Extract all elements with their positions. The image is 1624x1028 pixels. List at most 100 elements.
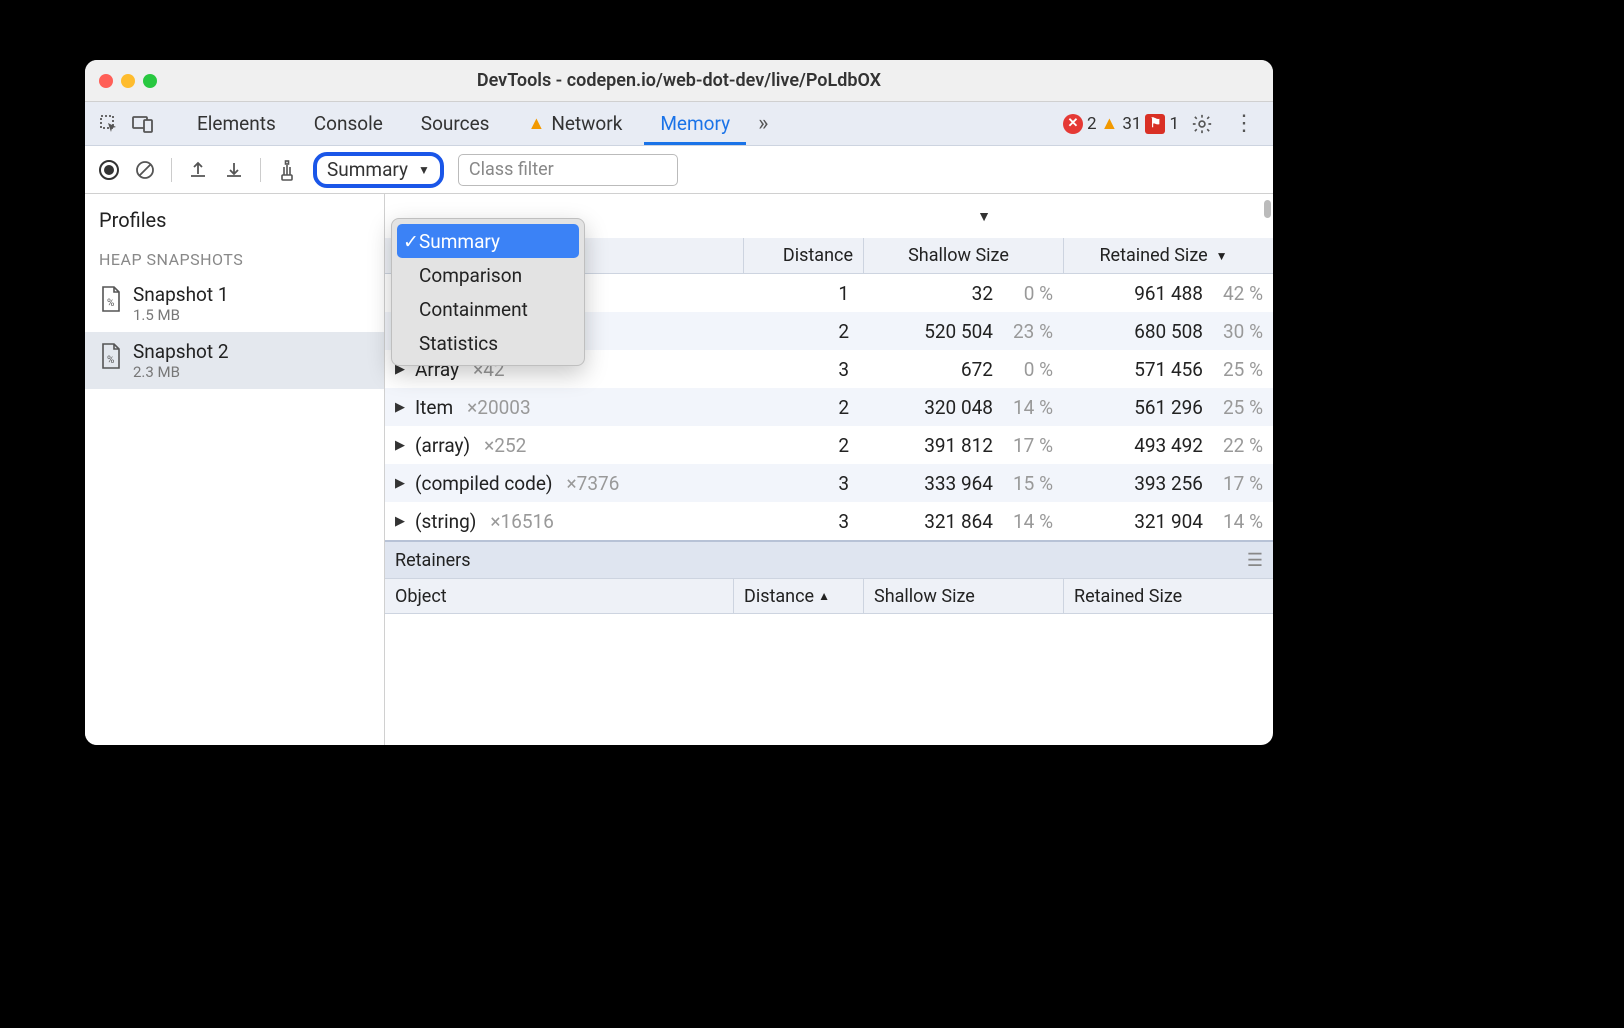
window-title: DevTools - codepen.io/web-dot-dev/live/P… <box>85 70 1273 91</box>
retainers-menu-icon[interactable]: ☰ <box>1247 550 1263 571</box>
issue-badge-icon[interactable]: ⚑ <box>1145 114 1165 134</box>
row-distance: 3 <box>743 510 863 533</box>
close-icon[interactable] <box>99 74 113 88</box>
view-dropdown[interactable]: Summary ▼ <box>313 152 444 188</box>
row-name: (array) <box>415 434 470 457</box>
disclosure-icon[interactable]: ▶ <box>395 438 409 453</box>
snapshot-size: 2.3 MB <box>133 363 229 381</box>
tab-elements[interactable]: Elements <box>181 102 292 145</box>
col-shallow-size[interactable]: Shallow Size <box>863 238 1063 273</box>
row-retained: 571 456 <box>1134 358 1203 381</box>
row-distance: 2 <box>743 396 863 419</box>
column-overflow-icon[interactable]: ▼ <box>977 208 991 225</box>
ret-col-distance[interactable]: Distance ▲ <box>733 579 863 613</box>
tab-console[interactable]: Console <box>298 102 399 145</box>
ret-col-retained[interactable]: Retained Size <box>1063 579 1273 613</box>
scrollbar-thumb[interactable] <box>1264 200 1271 218</box>
row-count: ×16516 <box>490 510 554 533</box>
divider <box>171 158 172 182</box>
row-retained-pct: 30 % <box>1213 320 1263 343</box>
maximize-icon[interactable] <box>143 74 157 88</box>
row-count: ×20003 <box>467 396 531 419</box>
profiles-sidebar: Profiles HEAP SNAPSHOTS % Snapshot 1 1.5… <box>85 194 385 745</box>
gc-icon[interactable] <box>273 156 301 184</box>
error-count: 2 <box>1087 114 1097 134</box>
col-distance[interactable]: Distance <box>743 238 863 273</box>
retainers-header: Retainers ☰ <box>385 542 1273 578</box>
row-shallow-pct: 0 % <box>1003 282 1053 305</box>
row-count: ×252 <box>484 434 526 457</box>
row-distance: 3 <box>743 472 863 495</box>
table-row[interactable]: ▶(string)×165163321 86414 %321 90414 % <box>385 502 1273 540</box>
warning-badge-icon[interactable]: ▲ <box>1101 113 1119 134</box>
record-button[interactable] <box>95 156 123 184</box>
status-badges: ✕ 2 ▲ 31 ⚑ 1 ⋮ <box>1063 111 1263 136</box>
row-distance: 1 <box>743 282 863 305</box>
row-retained: 680 508 <box>1134 320 1203 343</box>
traffic-lights <box>99 74 157 88</box>
check-icon: ✓ <box>403 230 419 253</box>
sidebar-heading: Profiles <box>85 208 384 244</box>
settings-icon[interactable] <box>1183 113 1221 135</box>
view-dropdown-label: Summary <box>327 158 408 181</box>
ret-col-shallow[interactable]: Shallow Size <box>863 579 1063 613</box>
row-retained-pct: 22 % <box>1213 434 1263 457</box>
load-icon[interactable] <box>184 156 212 184</box>
dropdown-option-containment[interactable]: Containment <box>397 292 579 326</box>
disclosure-icon[interactable]: ▶ <box>395 400 409 415</box>
row-shallow-pct: 23 % <box>1003 320 1053 343</box>
row-distance: 2 <box>743 434 863 457</box>
row-shallow: 32 <box>972 282 993 305</box>
row-retained: 961 488 <box>1134 282 1203 305</box>
tab-sources[interactable]: Sources <box>405 102 506 145</box>
dropdown-option-statistics[interactable]: Statistics <box>397 326 579 360</box>
devtools-window: DevTools - codepen.io/web-dot-dev/live/P… <box>85 60 1273 745</box>
sort-desc-icon: ▼ <box>1216 249 1228 263</box>
snapshot-size: 1.5 MB <box>133 306 229 324</box>
tabs-overflow-icon[interactable]: » <box>752 111 774 136</box>
snapshot-item[interactable]: % Snapshot 1 1.5 MB <box>85 275 384 332</box>
tab-memory[interactable]: Memory <box>644 102 746 145</box>
tab-network[interactable]: ▲ Network <box>511 102 638 145</box>
error-badge-icon[interactable]: ✕ <box>1063 114 1083 134</box>
row-name: (compiled code) <box>415 472 553 495</box>
file-icon: % <box>99 342 123 370</box>
save-icon[interactable] <box>220 156 248 184</box>
table-row[interactable]: ▶(compiled code)×73763333 96415 %393 256… <box>385 464 1273 502</box>
ret-col-object[interactable]: Object <box>385 586 733 607</box>
minimize-icon[interactable] <box>121 74 135 88</box>
row-retained-pct: 17 % <box>1213 472 1263 495</box>
row-retained: 321 904 <box>1134 510 1203 533</box>
file-icon: % <box>99 285 123 313</box>
svg-text:%: % <box>107 355 114 366</box>
issue-count: 1 <box>1169 114 1179 134</box>
row-retained-pct: 42 % <box>1213 282 1263 305</box>
row-distance: 3 <box>743 358 863 381</box>
clear-icon[interactable] <box>131 156 159 184</box>
sidebar-group-label: HEAP SNAPSHOTS <box>85 244 384 275</box>
disclosure-icon[interactable]: ▶ <box>395 476 409 491</box>
snapshot-item[interactable]: % Snapshot 2 2.3 MB <box>85 332 384 389</box>
chevron-down-icon: ▼ <box>418 163 430 177</box>
device-toggle-icon[interactable] <box>129 110 157 138</box>
sort-asc-icon: ▲ <box>818 589 830 603</box>
row-count: ×7376 <box>567 472 620 495</box>
disclosure-icon[interactable]: ▶ <box>395 514 409 529</box>
col-retained-size[interactable]: Retained Size ▼ <box>1063 238 1273 273</box>
retainers-panel: Retainers ☰ Object Distance ▲ Shallow Si… <box>385 540 1273 694</box>
row-retained: 493 492 <box>1134 434 1203 457</box>
table-row[interactable]: ▶(array)×2522391 81217 %493 49222 % <box>385 426 1273 464</box>
inspect-icon[interactable] <box>95 110 123 138</box>
more-icon[interactable]: ⋮ <box>1225 111 1263 136</box>
table-row[interactable]: ▶Item×200032320 04814 %561 29625 % <box>385 388 1273 426</box>
warning-icon: ▲ <box>527 113 545 134</box>
divider <box>260 158 261 182</box>
dropdown-option-summary[interactable]: ✓ Summary <box>397 224 579 258</box>
row-retained: 393 256 <box>1134 472 1203 495</box>
snapshot-name: Snapshot 1 <box>133 283 229 306</box>
dropdown-option-comparison[interactable]: Comparison <box>397 258 579 292</box>
row-shallow-pct: 17 % <box>1003 434 1053 457</box>
row-shallow-pct: 0 % <box>1003 358 1053 381</box>
row-distance: 2 <box>743 320 863 343</box>
class-filter-input[interactable] <box>458 154 678 186</box>
